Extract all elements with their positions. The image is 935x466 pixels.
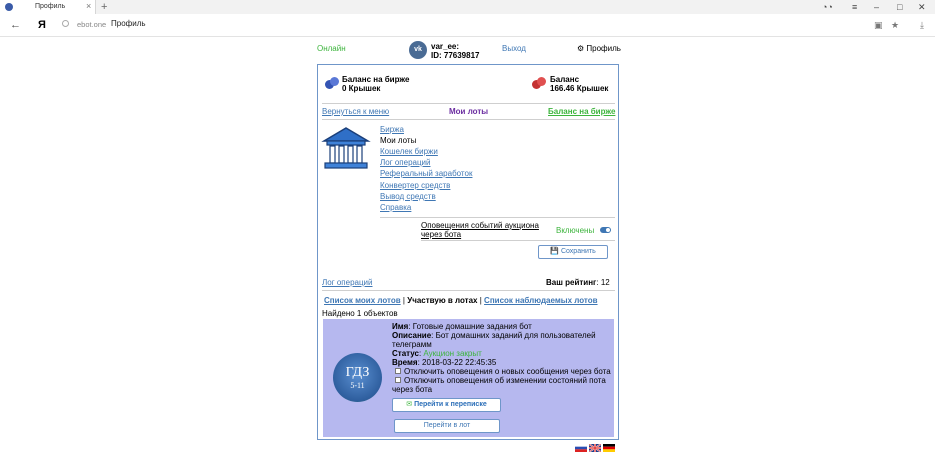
red-caps-coin-icon: [532, 77, 546, 89]
envelope-icon: ✉: [406, 401, 413, 408]
url-domain[interactable]: ebot.one: [77, 20, 106, 29]
notifications-toggle[interactable]: [600, 227, 611, 233]
notifications-state: Включены: [556, 226, 595, 235]
back-to-menu-link[interactable]: Вернуться к меню: [322, 107, 389, 116]
lot-description-cont: телеграмм: [392, 340, 432, 349]
menu-item-my-lots[interactable]: Мои лоты: [380, 136, 416, 146]
blue-caps-coin-icon: [325, 77, 339, 89]
participating-lots-tab[interactable]: Участвую в лотах: [407, 296, 477, 305]
yandex-logo-icon[interactable]: Я: [38, 18, 46, 32]
incognito-glasses-icon[interactable]: ◔◔: [822, 1, 833, 13]
exchange-balance-value: 0 Крышек: [342, 84, 381, 93]
menu-item-withdrawal[interactable]: Вывод средств: [380, 192, 436, 202]
logout-link[interactable]: Выход: [502, 44, 526, 53]
my-lots-tab[interactable]: Мои лоты: [449, 107, 488, 116]
divider: [421, 240, 615, 241]
rating-label: Ваш рейтинг: [546, 278, 597, 287]
exchange-balance-link[interactable]: Баланс на бирже: [548, 107, 615, 116]
lot-description-value: : Бот домашних заданий для пользователей: [431, 331, 596, 340]
bookmark-star-icon[interactable]: ★: [891, 19, 899, 31]
lot-time-label: Время: [392, 358, 418, 367]
close-tab-icon[interactable]: ×: [86, 1, 91, 11]
auction-notifications-label: Оповещения событий аукциона: [421, 221, 539, 230]
lot-lists-row: Список моих лотов | Участвую в лотах | С…: [324, 296, 598, 305]
profile-link[interactable]: ⚙ Профиль: [577, 44, 621, 53]
lot-time-value: : 2018-03-22 22:45:35: [417, 358, 497, 367]
disable-new-messages-label: Отключить оповещения о новых сообщения ч…: [404, 367, 611, 376]
user-name: var_ee:: [431, 42, 460, 51]
address-bar: ← Я ebot.one Профиль ▣ ★ ⤓: [0, 14, 935, 37]
exchange-balance-title: Баланс на бирже: [342, 75, 410, 84]
menu-item-exchange-wallet[interactable]: Кошелек биржи: [380, 147, 438, 157]
lot-status-value: Аукцион закрыт: [423, 349, 482, 358]
separator: |: [402, 296, 405, 305]
tab-title: Профиль: [35, 3, 66, 10]
profile-link-label: Профиль: [586, 44, 621, 53]
menu-item-operations-log[interactable]: Лог операций: [380, 158, 431, 168]
minimize-icon[interactable]: –: [874, 1, 879, 13]
avatar-subtitle: 5-11: [350, 381, 365, 390]
bank-building-icon: [321, 127, 371, 169]
auction-notifications-label-2: через бота: [421, 230, 462, 239]
connection-icon[interactable]: [62, 20, 69, 27]
lot-description-label: Описание: [392, 331, 432, 340]
operations-log-link[interactable]: Лог операций: [322, 278, 373, 287]
lot-avatar: ГДЗ 5-11: [333, 353, 382, 402]
russian-flag-icon[interactable]: [575, 444, 587, 452]
lot-card: ГДЗ 5-11 Имя: Готовые домашние задания б…: [323, 319, 614, 437]
menu-item-converter[interactable]: Конвертер средств: [380, 181, 450, 191]
menu-item-help[interactable]: Справка: [380, 203, 411, 213]
new-tab-icon[interactable]: +: [101, 0, 107, 14]
save-icon: 💾: [550, 248, 559, 255]
disable-state-changes-checkbox[interactable]: [395, 377, 401, 383]
gear-icon: ⚙: [577, 44, 585, 53]
main-panel: Баланс на бирже 0 Крышек Баланс 166.46 К…: [317, 64, 619, 440]
menu-item-exchange[interactable]: Биржа: [380, 125, 404, 135]
vk-logo-icon: vk: [409, 41, 427, 59]
extension-icon[interactable]: ▣: [874, 19, 883, 31]
divider: [322, 119, 615, 120]
go-to-lot-button[interactable]: Перейти в лот: [394, 419, 500, 433]
divider: [322, 103, 615, 104]
online-status: Онлайн: [317, 44, 346, 53]
main-balance-value: 166.46 Крышек: [550, 84, 609, 93]
disable-state-changes-label-2: через бота: [392, 385, 433, 394]
go-to-chat-label: Перейти к переписке: [414, 401, 487, 408]
lot-name: Имя: Готовые домашние задания бот: [392, 322, 532, 331]
divider: [322, 290, 615, 291]
german-flag-icon[interactable]: [603, 444, 615, 452]
download-icon[interactable]: ⤓: [920, 19, 924, 31]
browser-tab[interactable]: Профиль ×: [0, 0, 96, 14]
rating-value: 12: [600, 278, 610, 287]
disable-state-changes-label: Отключить оповещения об изменении состоя…: [404, 376, 606, 385]
url-page-title[interactable]: Профиль: [111, 19, 146, 28]
divider: [380, 217, 615, 218]
main-balance-title: Баланс: [550, 75, 580, 84]
save-button[interactable]: 💾 Сохранить: [538, 245, 608, 259]
rating: Ваш рейтинг: 12: [546, 278, 610, 287]
back-arrow-icon[interactable]: ←: [10, 18, 21, 32]
go-to-chat-button[interactable]: ✉ Перейти к переписке: [392, 398, 501, 412]
lot-name-value: : Готовые домашние задания бот: [408, 322, 532, 331]
english-flag-icon[interactable]: [589, 444, 601, 452]
menu-icon[interactable]: ≡: [852, 1, 857, 13]
close-window-icon[interactable]: ✕: [918, 1, 926, 13]
maximize-icon[interactable]: □: [897, 1, 902, 13]
my-lots-list-link[interactable]: Список моих лотов: [324, 296, 401, 305]
site-favicon-icon: [5, 3, 13, 11]
lot-description: Описание: Бот домашних заданий для польз…: [392, 331, 596, 340]
save-button-label: Сохранить: [560, 248, 596, 255]
watched-lots-list-link[interactable]: Список наблюдаемых лотов: [484, 296, 598, 305]
found-count: Найдено 1 объектов: [322, 309, 398, 318]
separator: |: [479, 296, 482, 305]
lot-name-label: Имя: [392, 322, 409, 331]
menu-item-referral[interactable]: Реферальный заработок: [380, 169, 472, 179]
disable-new-messages-checkbox[interactable]: [395, 368, 401, 374]
lot-status-label: Статус: [392, 349, 419, 358]
lot-time: Время: 2018-03-22 22:45:35: [392, 358, 496, 367]
browser-tab-bar: Профиль × + ◔◔ ≡ – □ ✕: [0, 0, 935, 14]
lot-status: Статус: Аукцион закрыт: [392, 349, 482, 358]
user-id: ID: 77639817: [431, 51, 480, 60]
avatar-title: ГДЗ: [345, 365, 370, 380]
